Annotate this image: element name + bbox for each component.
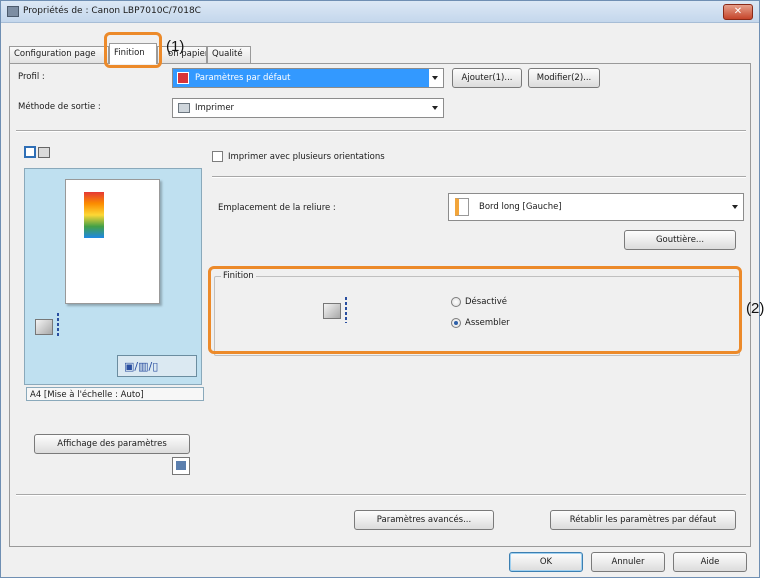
chevron-down-icon bbox=[732, 205, 738, 209]
separator bbox=[212, 176, 746, 178]
page-view-icon[interactable] bbox=[24, 146, 36, 158]
binding-line-icon bbox=[57, 313, 59, 337]
binding-location-dropdown[interactable]: Bord long [Gauche] bbox=[448, 193, 744, 221]
view-settings-button[interactable]: Affichage des paramètres bbox=[34, 434, 190, 454]
profile-value: Paramètres par défaut bbox=[173, 69, 429, 87]
window-title: Propriétés de : Canon LBP7010C/7018C bbox=[23, 6, 201, 16]
paper-stack-icon bbox=[35, 319, 53, 335]
annotation-callout-2: (2) bbox=[746, 300, 765, 317]
advanced-settings-button[interactable]: Paramètres avancés... bbox=[354, 510, 494, 530]
binding-location-value: Bord long [Gauche] bbox=[479, 202, 562, 212]
restore-defaults-button[interactable]: Rétablir les paramètres par défaut bbox=[550, 510, 736, 530]
title-bar[interactable]: Propriétés de : Canon LBP7010C/7018C ✕ bbox=[1, 1, 759, 23]
printer-small-icon bbox=[178, 103, 190, 113]
ok-button[interactable]: OK bbox=[509, 552, 583, 572]
multi-orientation-checkbox[interactable] bbox=[212, 151, 223, 162]
add-profile-button[interactable]: Ajouter(1)... bbox=[452, 68, 522, 88]
printer-view-icon[interactable] bbox=[38, 147, 50, 158]
chevron-down-icon bbox=[432, 106, 438, 110]
modify-profile-button[interactable]: Modifier(2)... bbox=[528, 68, 600, 88]
profile-icon bbox=[177, 72, 189, 84]
printer-icon bbox=[176, 461, 186, 470]
multi-orientation-label: Imprimer avec plusieurs orientations bbox=[228, 152, 385, 162]
profile-label: Profil : bbox=[18, 72, 45, 82]
settings-print-icon[interactable] bbox=[172, 457, 190, 475]
tab-page-setup[interactable]: Configuration page bbox=[9, 46, 109, 63]
gutter-button[interactable]: Gouttière... bbox=[624, 230, 736, 250]
help-button[interactable]: Aide bbox=[673, 552, 747, 572]
preview-color-image bbox=[84, 192, 104, 238]
annotation-callout-1: (1) bbox=[166, 38, 185, 55]
profile-dropdown[interactable]: Paramètres par défaut bbox=[172, 68, 444, 88]
tab-finishing[interactable]: Finition bbox=[109, 43, 157, 64]
printer-icon bbox=[7, 6, 19, 17]
preview-page bbox=[65, 179, 160, 304]
close-button[interactable]: ✕ bbox=[723, 4, 753, 20]
cancel-button[interactable]: Annuler bbox=[591, 552, 665, 572]
separator bbox=[16, 130, 746, 132]
output-method-value: Imprimer bbox=[195, 103, 235, 113]
output-method-label: Méthode de sortie : bbox=[18, 102, 101, 112]
print-preview: ▣/▥/▯ bbox=[24, 168, 202, 385]
output-method-dropdown[interactable]: Imprimer bbox=[172, 98, 444, 118]
binding-preview-icons[interactable]: ▣/▥/▯ bbox=[117, 355, 197, 377]
tab-quality[interactable]: Qualité bbox=[207, 46, 251, 63]
binding-left-icon: ▣/▥/▯ bbox=[124, 360, 159, 373]
binding-location-label: Emplacement de la reliure : bbox=[218, 203, 336, 213]
annotation-highlight-finishing bbox=[208, 266, 742, 354]
chevron-down-icon bbox=[432, 76, 438, 80]
binding-long-edge-icon bbox=[455, 198, 469, 216]
separator bbox=[16, 494, 746, 496]
paper-size-caption: A4 [Mise à l'échelle : Auto] bbox=[26, 387, 204, 401]
